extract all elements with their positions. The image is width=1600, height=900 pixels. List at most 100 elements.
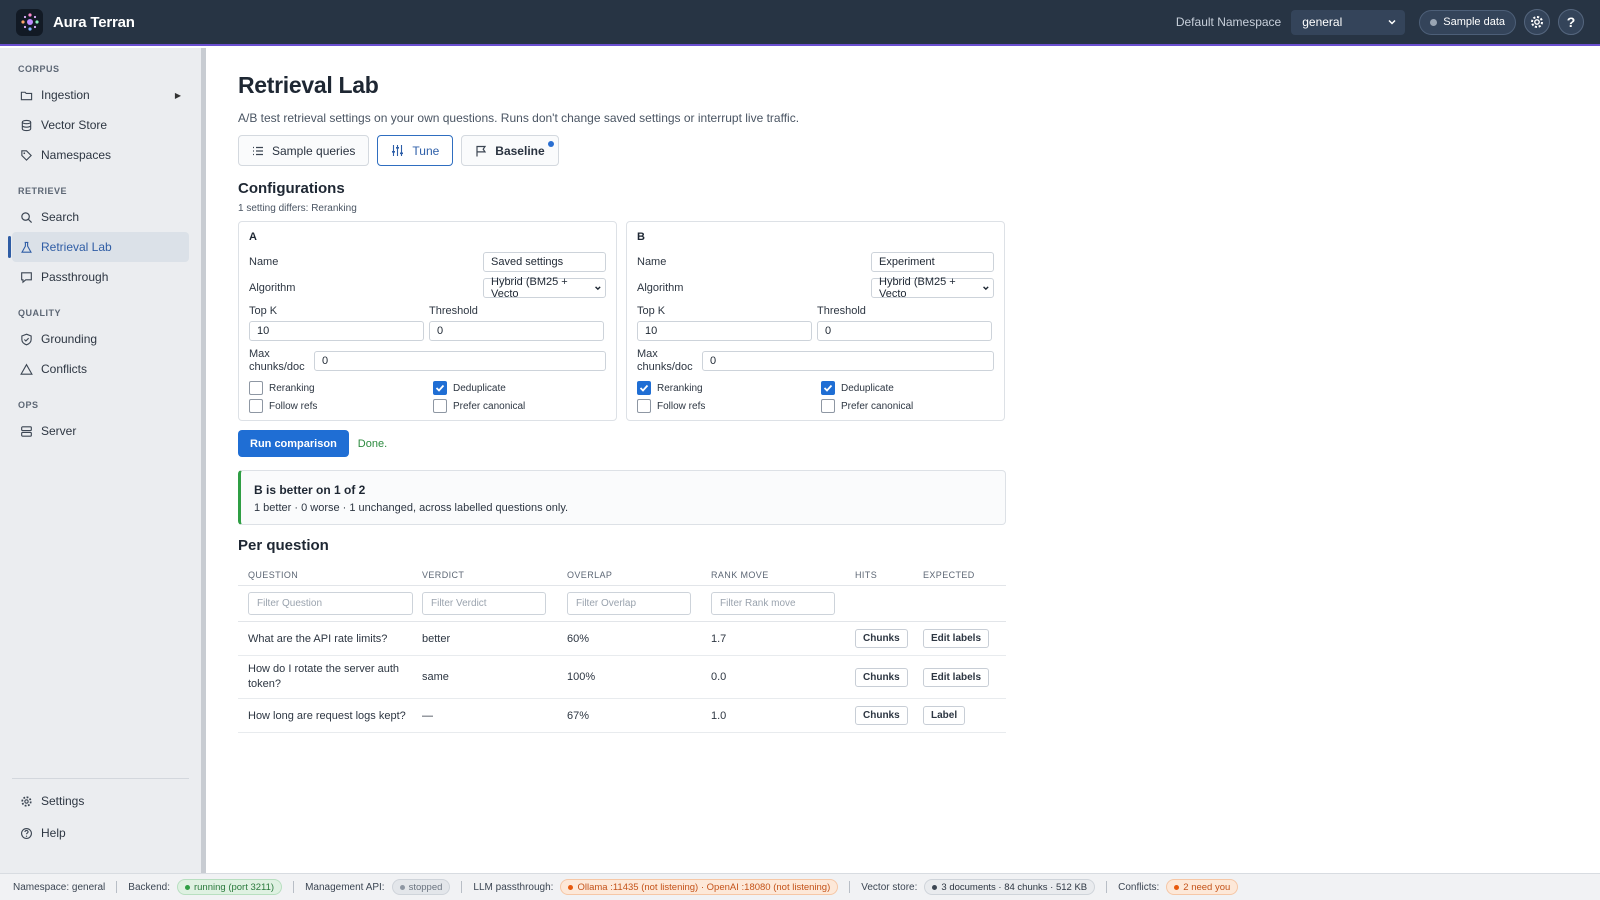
vector-store-status-badge[interactable]: 3 documents · 84 chunks · 512 KB — [924, 879, 1096, 895]
llm-passthrough-status-badge[interactable]: Ollama :11435 (not listening) · OpenAI :… — [560, 879, 839, 895]
column-header-question[interactable]: QUESTION — [238, 570, 422, 580]
filter-verdict-input[interactable]: Filter Verdict — [422, 592, 546, 615]
edit-labels-button[interactable]: Edit labels — [923, 629, 990, 648]
name-label: Name — [637, 256, 667, 268]
reranking-checkbox[interactable] — [637, 381, 651, 395]
overlap-cell: 67% — [567, 709, 590, 722]
follow-refs-checkbox-row[interactable]: Follow refs — [637, 399, 705, 413]
tab-tune[interactable]: Tune — [377, 135, 454, 166]
flag-icon — [476, 145, 487, 156]
configurations-heading: Configurations — [238, 180, 345, 197]
follow-refs-checkbox[interactable] — [637, 399, 651, 413]
status-dot-icon — [568, 884, 574, 890]
folder-icon — [20, 91, 33, 100]
gear-icon — [21, 795, 32, 807]
shield-check-icon — [21, 333, 32, 345]
chevron-down-icon — [595, 286, 601, 291]
reranking-label: Reranking — [657, 382, 703, 394]
help-circle-icon — [21, 827, 32, 839]
column-header-hits: HITS — [855, 569, 878, 580]
max-chunks-input[interactable]: 0 — [314, 351, 606, 371]
prefer-canonical-checkbox-row[interactable]: Prefer canonical — [821, 399, 913, 413]
sidebar-item-search[interactable]: Search — [12, 202, 189, 232]
threshold-input[interactable]: 0 — [817, 321, 992, 341]
sidebar-item-vector-store[interactable]: Vector Store — [12, 110, 189, 140]
sidebar-item-server[interactable]: Server — [12, 416, 189, 446]
edit-labels-button[interactable]: Edit labels — [923, 667, 990, 687]
section-heading-ops: OPS — [18, 400, 39, 410]
namespace-select[interactable]: general — [1291, 9, 1406, 35]
sidebar-item-grounding[interactable]: Grounding — [12, 324, 189, 354]
sidebar-item-conflicts[interactable]: Conflicts — [12, 354, 189, 384]
overlap-cell: 60% — [567, 632, 590, 645]
question-cell: What are the API rate limits? — [248, 632, 388, 645]
reranking-checkbox-row[interactable]: Reranking — [637, 381, 703, 395]
threshold-input[interactable]: 0 — [429, 321, 604, 341]
sidebar-item-settings[interactable]: Settings — [12, 785, 189, 817]
deduplicate-checkbox[interactable] — [433, 381, 447, 395]
top-bar: Aura Terran Default Namespace general Sa… — [0, 0, 1600, 46]
label-button[interactable]: Label — [923, 706, 966, 725]
config-name-input[interactable]: Experiment — [871, 252, 994, 272]
settings-diff-note: 1 setting differs: Reranking — [238, 203, 357, 214]
sidebar-item-namespaces[interactable]: Namespaces — [12, 140, 189, 170]
result-title: B is better on 1 of 2 — [254, 483, 366, 497]
check-icon — [823, 384, 833, 392]
algorithm-label: Algorithm — [637, 282, 684, 294]
column-header-rank-move[interactable]: RANK MOVE — [711, 570, 855, 580]
follow-refs-checkbox-row[interactable]: Follow refs — [249, 399, 317, 413]
management-api-status-badge[interactable]: stopped — [391, 879, 451, 895]
deduplicate-checkbox-row[interactable]: Deduplicate — [821, 381, 894, 395]
backend-status-badge[interactable]: running (port 3211) — [176, 879, 283, 895]
chunks-button[interactable]: Chunks — [855, 667, 908, 687]
filter-question-input[interactable]: Filter Question — [248, 592, 413, 615]
deduplicate-checkbox-row[interactable]: Deduplicate — [433, 381, 506, 395]
sidebar-item-passthrough[interactable]: Passthrough — [12, 262, 189, 292]
brand[interactable]: Aura Terran — [16, 8, 135, 36]
sidebar-item-ingestion[interactable]: Ingestion ▶ — [12, 80, 189, 110]
message-icon — [21, 271, 32, 283]
column-header-overlap[interactable]: OVERLAP — [567, 570, 711, 580]
max-chunks-input[interactable]: 0 — [702, 351, 994, 371]
run-comparison-button[interactable]: Run comparison — [238, 430, 349, 457]
top-k-input[interactable]: 10 — [637, 321, 812, 341]
status-dot-icon — [399, 884, 405, 890]
sidebar-item-retrieval-lab[interactable]: Retrieval Lab — [8, 232, 189, 262]
prefer-canonical-checkbox-row[interactable]: Prefer canonical — [433, 399, 525, 413]
reranking-checkbox[interactable] — [249, 381, 263, 395]
tab-sample-queries[interactable]: Sample queries — [238, 135, 370, 166]
status-mgmt-label: Management API: — [305, 881, 385, 893]
algorithm-select[interactable]: Hybrid (BM25 + Vecto — [871, 276, 994, 300]
column-header-verdict[interactable]: VERDICT — [422, 570, 567, 580]
chunks-button[interactable]: Chunks — [855, 706, 908, 725]
config-name-input[interactable]: Saved settings — [483, 252, 606, 272]
page-description: A/B test retrieval settings on your own … — [238, 111, 800, 125]
filter-rank-move-input[interactable]: Filter Rank move — [711, 592, 835, 615]
database-icon — [21, 119, 32, 131]
deduplicate-label: Deduplicate — [841, 382, 894, 394]
sidebar-item-help[interactable]: Help — [12, 817, 189, 849]
section-heading-retrieve: RETRIEVE — [18, 186, 68, 196]
sample-data-button[interactable]: Sample data — [1419, 9, 1516, 35]
help-button[interactable]: ? — [1558, 9, 1584, 35]
reranking-checkbox-row[interactable]: Reranking — [249, 381, 315, 395]
algorithm-select[interactable]: Hybrid (BM25 + Vecto — [483, 276, 606, 300]
tab-label: Baseline — [495, 143, 545, 158]
top-k-input[interactable]: 10 — [249, 321, 424, 341]
settings-button[interactable] — [1524, 9, 1550, 35]
deduplicate-checkbox[interactable] — [821, 381, 835, 395]
sample-data-label: Sample data — [1443, 16, 1505, 28]
notification-dot-icon — [547, 141, 554, 147]
filter-overlap-input[interactable]: Filter Overlap — [567, 592, 691, 615]
tab-label: Tune — [412, 143, 440, 158]
namespace-value: general — [1302, 15, 1343, 29]
algorithm-value: Hybrid (BM25 + Vecto — [491, 276, 568, 300]
conflicts-status-badge[interactable]: 2 need you — [1166, 879, 1239, 895]
chunks-button[interactable]: Chunks — [855, 629, 908, 648]
tab-baseline[interactable]: Baseline — [461, 135, 559, 166]
server-icon — [21, 425, 32, 437]
prefer-canonical-checkbox[interactable] — [433, 399, 447, 413]
prefer-canonical-checkbox[interactable] — [821, 399, 835, 413]
status-conflicts-label: Conflicts: — [1118, 881, 1160, 893]
follow-refs-checkbox[interactable] — [249, 399, 263, 413]
